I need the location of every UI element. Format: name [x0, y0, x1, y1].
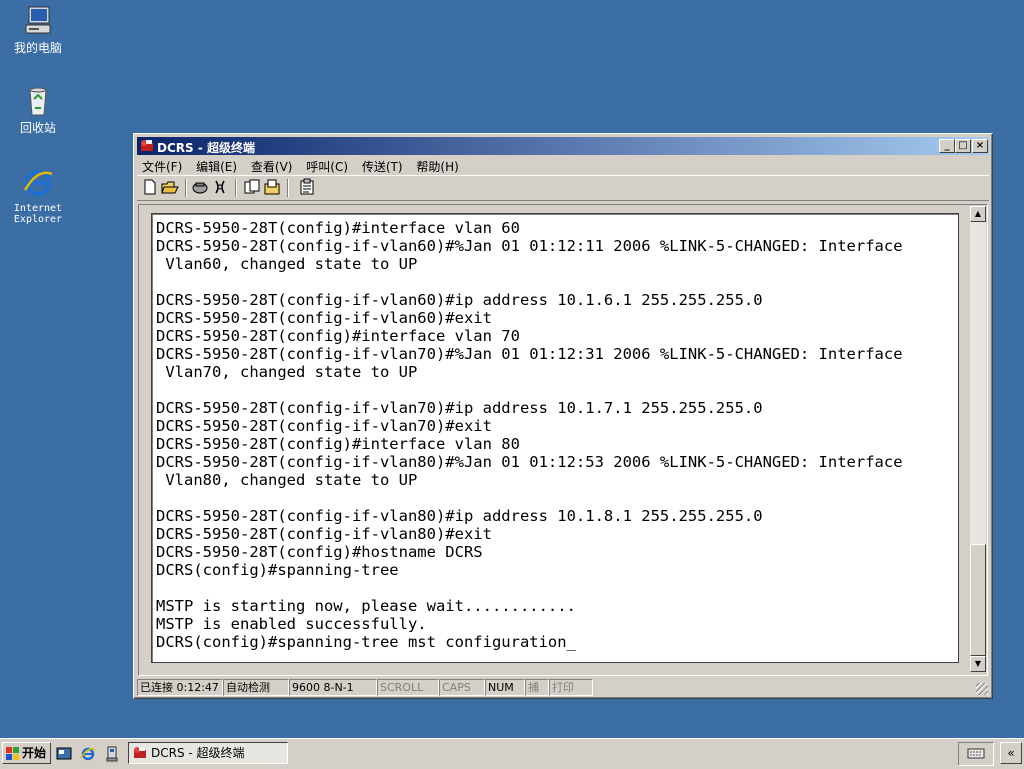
internet-explorer-icon[interactable]	[80, 746, 96, 762]
menu-edit[interactable]: 编辑(E)	[191, 156, 242, 175]
arrow-down-icon: ▼	[974, 659, 982, 668]
status-num: NUM	[485, 679, 525, 696]
status-caps: CAPS	[439, 679, 485, 696]
menu-call[interactable]: 呼叫(C)	[301, 156, 353, 175]
tray-expand-button[interactable]: «	[1000, 742, 1022, 764]
send-icon[interactable]	[243, 178, 261, 196]
toolbar-separator	[185, 179, 187, 197]
toolbar-separator	[287, 179, 289, 197]
desktop-icon-label-line2: Explorer	[13, 214, 63, 225]
chevron-left-icon: «	[1007, 746, 1015, 760]
receive-icon[interactable]	[263, 178, 281, 196]
menu-view[interactable]: 查看(V)	[246, 156, 298, 175]
desktop-icon-label-line1: Internet	[13, 203, 63, 214]
minimize-icon: _	[944, 140, 950, 151]
start-label: 开始	[22, 746, 47, 760]
system-tray	[958, 742, 994, 766]
maximize-button[interactable]: □	[955, 139, 971, 153]
desktop-icon-recycle-bin[interactable]: 回收站	[0, 84, 76, 135]
toolbar	[137, 175, 989, 201]
desktop-icon-internet-explorer[interactable]: Internet Explorer	[0, 166, 76, 225]
close-icon: ×	[975, 140, 985, 151]
arrow-up-icon: ▲	[974, 209, 982, 218]
menu-help[interactable]: 帮助(H)	[411, 156, 463, 175]
scroll-up-button[interactable]: ▲	[970, 206, 986, 222]
resize-grip[interactable]	[976, 683, 988, 695]
menu-file[interactable]: 文件(F)	[137, 156, 187, 175]
desktop-icon-label: 我的电脑	[13, 41, 62, 55]
internet-explorer-icon	[21, 166, 55, 200]
open-icon[interactable]	[161, 178, 179, 196]
status-port-settings: 9600 8-N-1	[289, 679, 377, 696]
close-button[interactable]: ×	[972, 139, 988, 153]
menu-bar: 文件(F) 编辑(E) 查看(V) 呼叫(C) 传送(T) 帮助(H)	[137, 156, 989, 174]
scroll-down-button[interactable]: ▼	[970, 656, 986, 672]
status-detect: 自动检测	[223, 679, 289, 696]
window-title: DCRS - 超级终端	[157, 141, 255, 155]
windows-explorer-icon[interactable]	[104, 746, 120, 762]
menu-transfer[interactable]: 传送(T)	[357, 156, 408, 175]
status-scroll: SCROLL	[377, 679, 439, 696]
terminal-frame: DCRS-5950-28T(config)#interface vlan 60 …	[138, 204, 988, 676]
taskbar: 开始 DCRS - 超级终端 «	[0, 738, 1024, 769]
keyboard-icon[interactable]	[967, 746, 985, 760]
scroll-thumb[interactable]	[970, 544, 986, 656]
toolbar-separator	[235, 179, 237, 197]
terminal-output: DCRS-5950-28T(config)#interface vlan 60 …	[156, 219, 903, 651]
taskbar-button-hyperterminal[interactable]: DCRS - 超级终端	[128, 742, 288, 764]
properties-icon[interactable]	[299, 178, 317, 196]
disconnect-icon[interactable]	[211, 178, 229, 196]
status-bar: 已连接 0:12:47 自动检测 9600 8-N-1 SCROLL CAPS …	[137, 678, 989, 696]
terminal-screen[interactable]: DCRS-5950-28T(config)#interface vlan 60 …	[151, 213, 959, 663]
maximize-icon: □	[958, 140, 968, 151]
hyperterminal-icon	[140, 139, 154, 153]
status-print: 打印	[549, 679, 593, 696]
recycle-bin-icon	[21, 84, 55, 118]
hyperterminal-icon	[133, 746, 147, 760]
vertical-scrollbar[interactable]: ▲ ▼	[970, 206, 986, 672]
minimize-button[interactable]: _	[939, 139, 955, 153]
taskbar-button-label: DCRS - 超级终端	[151, 746, 245, 760]
connect-icon[interactable]	[191, 178, 209, 196]
desktop-icon-my-computer[interactable]: 我的电脑	[0, 4, 76, 55]
status-connected-time: 已连接 0:12:47	[137, 679, 223, 696]
show-desktop-icon[interactable]	[56, 746, 72, 762]
desktop-icon-label: 回收站	[19, 121, 56, 135]
hyperterminal-window: DCRS - 超级终端 _ □ × 文件(F) 编辑(E) 查看(V) 呼叫(C…	[133, 133, 993, 699]
start-button[interactable]: 开始	[2, 742, 51, 764]
title-bar[interactable]: DCRS - 超级终端 _ □ ×	[137, 137, 989, 155]
my-computer-icon	[21, 4, 55, 38]
status-capture: 捕	[525, 679, 549, 696]
windows-flag-icon	[6, 746, 20, 760]
new-icon[interactable]	[141, 178, 159, 196]
